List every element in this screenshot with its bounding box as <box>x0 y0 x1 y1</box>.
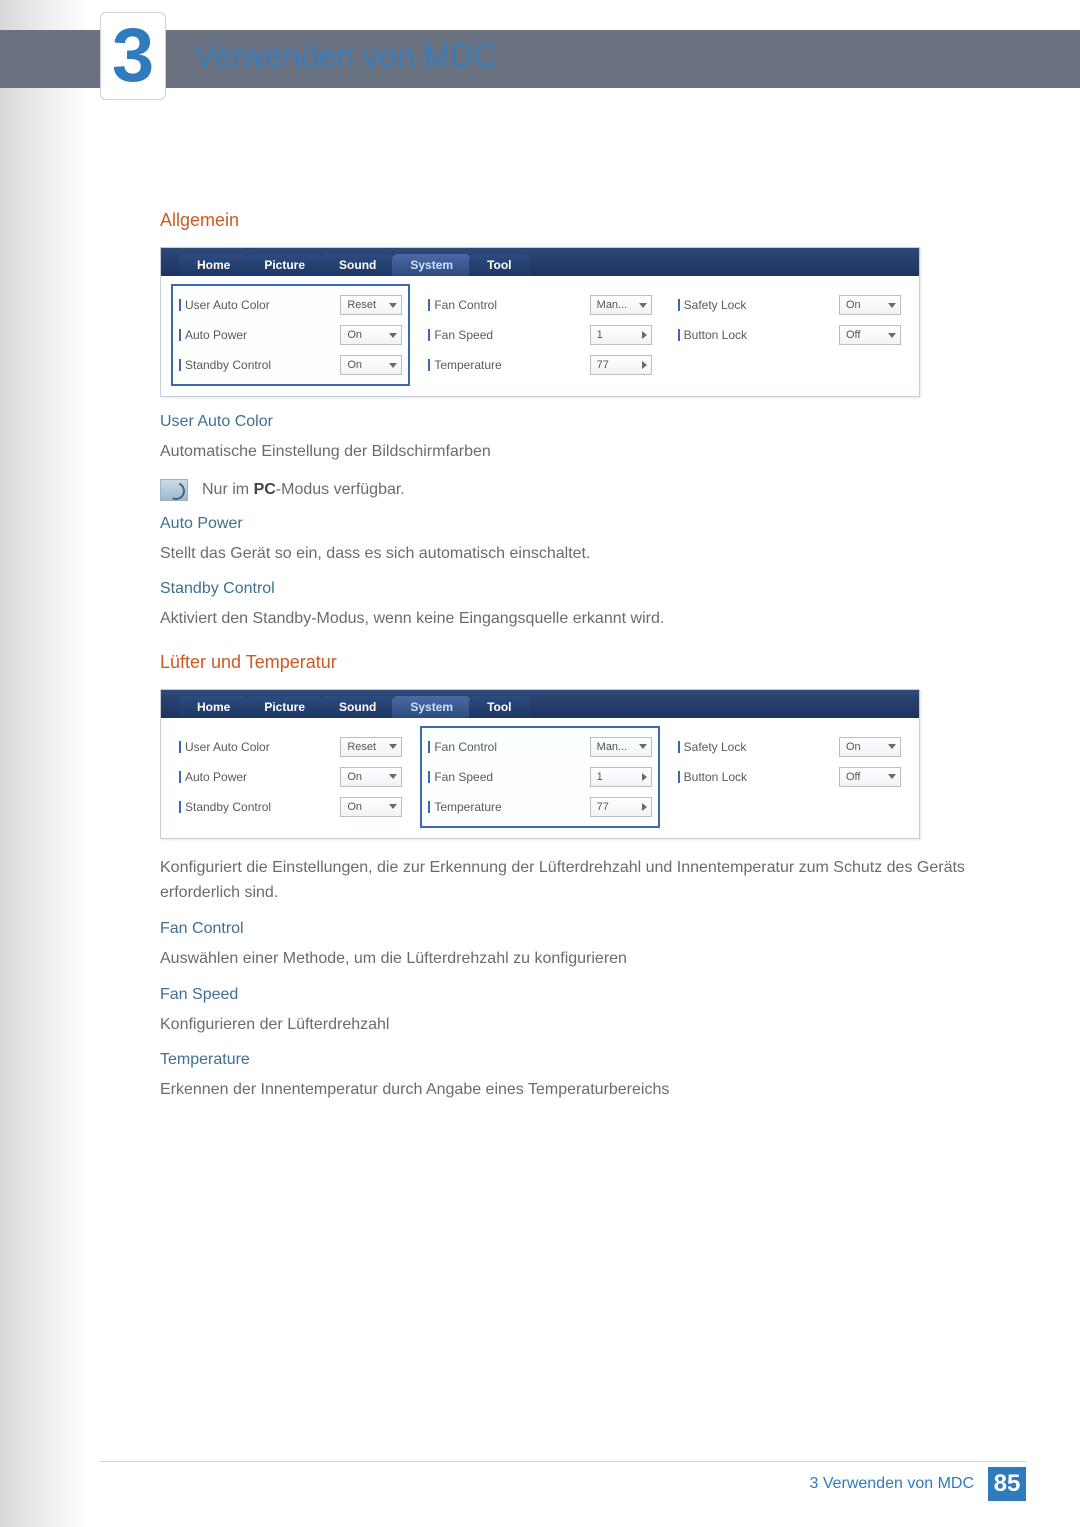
text-tmp: Erkennen der Innentemperatur durch Angab… <box>160 1077 1000 1103</box>
chevron-down-icon <box>389 333 397 338</box>
spin-temperature[interactable]: 77 <box>590 355 652 375</box>
note-row: Nur im PC-Modus verfügbar. <box>160 479 1000 501</box>
tab-system[interactable]: System <box>392 696 471 718</box>
text-fc: Auswählen einer Methode, um die Lüfterdr… <box>160 946 1000 972</box>
chapter-title: Verwenden von MDC <box>194 38 496 75</box>
combo-standby-control[interactable]: On <box>340 797 402 817</box>
label-user-auto-color: User Auto Color <box>179 298 270 312</box>
left-stripe <box>0 0 90 1527</box>
tabstrip: Home Picture Sound System Tool <box>161 248 919 276</box>
label-user-auto-color: User Auto Color <box>179 740 270 754</box>
combo-user-auto-color[interactable]: Reset <box>340 295 402 315</box>
col-fan: Fan Control Man... Fan Speed 1 Temperatu… <box>420 726 659 828</box>
sub-standby-control: Standby Control <box>160 580 1000 598</box>
chevron-right-icon <box>642 773 647 781</box>
label-button-lock: Button Lock <box>678 328 747 342</box>
settings-panel-allgemein: Home Picture Sound System Tool User Auto… <box>160 247 920 397</box>
chevron-down-icon <box>389 774 397 779</box>
chevron-down-icon <box>389 744 397 749</box>
tab-picture[interactable]: Picture <box>246 254 323 276</box>
chevron-down-icon <box>888 774 896 779</box>
page-number: 85 <box>988 1467 1026 1501</box>
col-general: User Auto Color Reset Auto Power On Stan… <box>171 284 410 386</box>
note-icon <box>160 479 188 501</box>
chevron-right-icon <box>642 361 647 369</box>
text-sc: Aktiviert den Standby-Modus, wenn keine … <box>160 606 1000 632</box>
tab-tool[interactable]: Tool <box>469 254 529 276</box>
tab-sound[interactable]: Sound <box>321 696 394 718</box>
text-uac: Automatische Einstellung der Bildschirmf… <box>160 439 1000 465</box>
chevron-right-icon <box>642 331 647 339</box>
chevron-down-icon <box>888 333 896 338</box>
label-auto-power: Auto Power <box>179 328 247 342</box>
label-fan-speed: Fan Speed <box>428 328 493 342</box>
text-ap: Stellt das Gerät so ein, dass es sich au… <box>160 541 1000 567</box>
combo-auto-power[interactable]: On <box>340 767 402 787</box>
sub-auto-power: Auto Power <box>160 515 1000 533</box>
sub-temperature: Temperature <box>160 1051 1000 1069</box>
combo-safety-lock[interactable]: On <box>839 737 901 757</box>
text-fs: Konfigurieren der Lüfterdrehzahl <box>160 1012 1000 1038</box>
combo-fan-control[interactable]: Man... <box>590 737 652 757</box>
sub-fan-speed: Fan Speed <box>160 986 1000 1004</box>
tab-home[interactable]: Home <box>179 254 248 276</box>
sub-user-auto-color: User Auto Color <box>160 413 1000 431</box>
chevron-down-icon <box>639 303 647 308</box>
label-temperature: Temperature <box>428 800 501 814</box>
label-fan-control: Fan Control <box>428 298 497 312</box>
combo-button-lock[interactable]: Off <box>839 325 901 345</box>
combo-fan-control[interactable]: Man... <box>590 295 652 315</box>
col-lock: Safety Lock On Button Lock Off <box>670 284 909 386</box>
chevron-down-icon <box>389 804 397 809</box>
combo-user-auto-color[interactable]: Reset <box>340 737 402 757</box>
chevron-right-icon <box>642 803 647 811</box>
tab-tool[interactable]: Tool <box>469 696 529 718</box>
section-luefter: Lüfter und Temperatur <box>160 652 1000 673</box>
tab-picture[interactable]: Picture <box>246 696 323 718</box>
label-safety-lock: Safety Lock <box>678 298 747 312</box>
label-temperature: Temperature <box>428 358 501 372</box>
footer-text: 3 Verwenden von MDC <box>809 1475 974 1493</box>
col-lock: Safety Lock On Button Lock Off <box>670 726 909 828</box>
settings-panel-luefter: Home Picture Sound System Tool User Auto… <box>160 689 920 839</box>
chevron-down-icon <box>888 303 896 308</box>
text-luefter: Konfiguriert die Einstellungen, die zur … <box>160 855 1000 906</box>
tab-sound[interactable]: Sound <box>321 254 394 276</box>
combo-safety-lock[interactable]: On <box>839 295 901 315</box>
tab-system[interactable]: System <box>392 254 471 276</box>
chapter-number-box: 3 <box>100 12 166 100</box>
tab-home[interactable]: Home <box>179 696 248 718</box>
label-standby-control: Standby Control <box>179 800 271 814</box>
chevron-down-icon <box>389 303 397 308</box>
chevron-down-icon <box>888 744 896 749</box>
label-safety-lock: Safety Lock <box>678 740 747 754</box>
combo-standby-control[interactable]: On <box>340 355 402 375</box>
label-fan-control: Fan Control <box>428 740 497 754</box>
spin-fan-speed[interactable]: 1 <box>590 767 652 787</box>
footer-rule <box>100 1461 1026 1462</box>
label-auto-power: Auto Power <box>179 770 247 784</box>
combo-button-lock[interactable]: Off <box>839 767 901 787</box>
chapter-number: 3 <box>112 18 154 94</box>
sub-fan-control: Fan Control <box>160 920 1000 938</box>
chevron-down-icon <box>639 744 647 749</box>
footer: 3 Verwenden von MDC 85 <box>0 1467 1080 1501</box>
page-content: Allgemein Home Picture Sound System Tool… <box>160 190 1000 1117</box>
spin-temperature[interactable]: 77 <box>590 797 652 817</box>
note-text: Nur im PC-Modus verfügbar. <box>202 481 405 499</box>
combo-auto-power[interactable]: On <box>340 325 402 345</box>
section-allgemein: Allgemein <box>160 210 1000 231</box>
col-fan: Fan Control Man... Fan Speed 1 Temperatu… <box>420 284 659 386</box>
tabstrip: Home Picture Sound System Tool <box>161 690 919 718</box>
col-general: User Auto Color Reset Auto Power On Stan… <box>171 726 410 828</box>
label-fan-speed: Fan Speed <box>428 770 493 784</box>
spin-fan-speed[interactable]: 1 <box>590 325 652 345</box>
label-button-lock: Button Lock <box>678 770 747 784</box>
chevron-down-icon <box>389 363 397 368</box>
label-standby-control: Standby Control <box>179 358 271 372</box>
